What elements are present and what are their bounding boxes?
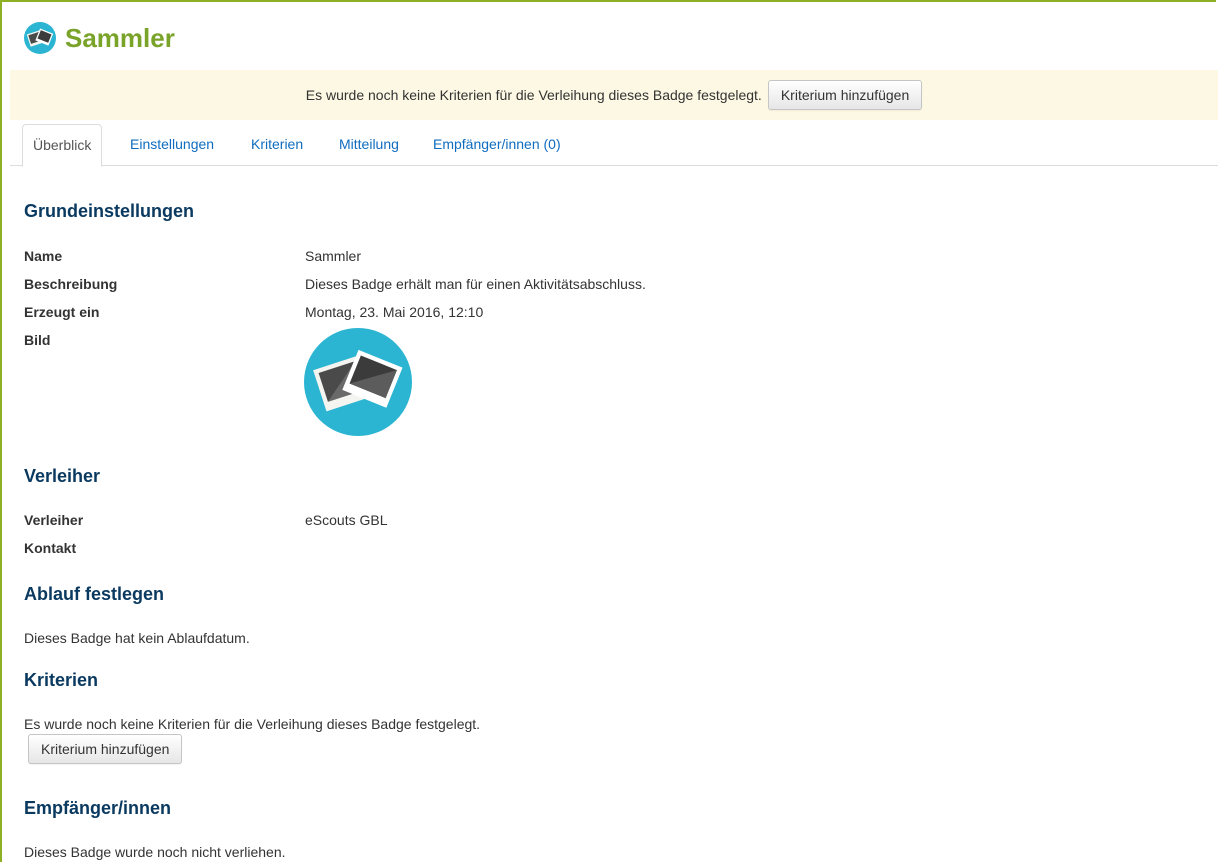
page-header: Sammler <box>24 22 175 54</box>
tab-recipients[interactable]: Empfänger/innen (0) <box>432 124 562 166</box>
value-description: Dieses Badge erhält man für einen Aktivi… <box>305 276 646 292</box>
section-heading-criteria: Kriterien <box>24 670 99 690</box>
value-created: Montag, 23. Mai 2016, 12:10 <box>305 304 484 320</box>
page-title: Sammler <box>65 23 175 53</box>
label-contact: Kontakt <box>24 540 77 556</box>
badge-image <box>304 328 412 436</box>
label-image: Bild <box>24 332 51 348</box>
section-heading-issuer: Verleiher <box>24 466 101 486</box>
criteria-notice: Es wurde noch keine Kriterien für die Ve… <box>10 70 1218 120</box>
tab-overview[interactable]: Überblick <box>22 124 103 167</box>
add-criterion-button-top[interactable]: Kriterium hinzufügen <box>767 80 923 110</box>
add-criterion-button[interactable]: Kriterium hinzufügen <box>28 734 183 764</box>
label-name: Name <box>24 248 63 264</box>
label-issuer: Verleiher <box>24 512 84 528</box>
section-heading-expiry: Ablauf festlegen <box>24 584 165 604</box>
tab-criteria[interactable]: Kriterien <box>250 124 304 166</box>
label-description: Beschreibung <box>24 276 118 292</box>
value-name: Sammler <box>305 248 362 264</box>
criteria-text: Es wurde noch keine Kriterien für die Ve… <box>24 716 481 732</box>
badge-photos-icon <box>24 22 56 54</box>
section-heading-basic: Grundeinstellungen <box>24 201 195 221</box>
expiry-text: Dieses Badge hat kein Ablaufdatum. <box>24 630 250 646</box>
section-heading-recipients: Empfänger/innen <box>24 798 172 818</box>
label-created: Erzeugt ein <box>24 304 100 320</box>
value-issuer: eScouts GBL <box>305 512 388 528</box>
criteria-notice-text: Es wurde noch keine Kriterien für die Ve… <box>305 87 762 103</box>
recipients-text: Dieses Badge wurde noch nicht verliehen. <box>24 844 286 860</box>
tab-settings[interactable]: Einstellungen <box>129 124 215 166</box>
tab-message[interactable]: Mitteilung <box>338 124 400 166</box>
tab-bar: Überblick Einstellungen Kriterien Mittei… <box>10 124 1218 167</box>
